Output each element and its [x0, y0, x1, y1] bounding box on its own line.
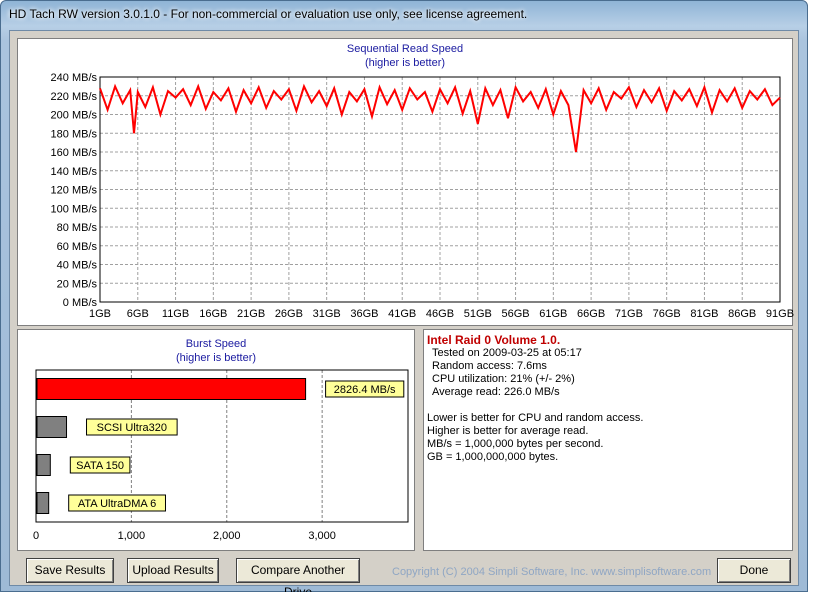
app-window: HD Tach RW version 3.0.1.0 - For non-com…	[0, 0, 808, 592]
x-tick-label: 31GB	[313, 308, 341, 320]
x-tick-label: 1GB	[89, 308, 111, 320]
x-tick-label: 16GB	[199, 308, 227, 320]
x-tick-label: 26GB	[275, 308, 303, 320]
x-tick-label: 1,000	[118, 530, 146, 542]
compare-another-drive-button[interactable]: Compare Another Drive	[236, 558, 360, 592]
done-button[interactable]: Done	[717, 558, 791, 583]
x-tick-label: 91GB	[766, 308, 794, 320]
info-note: GB = 1,000,000,000 bytes.	[427, 451, 559, 463]
x-tick-label: 21GB	[237, 308, 265, 320]
y-tick-label: 100 MB/s	[51, 203, 98, 215]
x-tick-label: 2,000	[213, 530, 241, 542]
x-tick-label: 61GB	[539, 308, 567, 320]
average-read: Average read: 226.0 MB/s	[432, 386, 560, 398]
cpu-utilization: CPU utilization: 21% (+/- 2%)	[432, 373, 575, 385]
y-tick-label: 140 MB/s	[51, 166, 98, 178]
sequential-read-panel: Sequential Read Speed (higher is better)…	[17, 38, 794, 326]
x-tick-label: 51GB	[464, 308, 492, 320]
burst-bar	[36, 492, 50, 514]
burst-bar	[36, 378, 307, 400]
y-tick-label: 60 MB/s	[57, 241, 98, 253]
x-tick-label: 6GB	[127, 308, 149, 320]
x-tick-label: 3,000	[308, 530, 336, 542]
info-note: Higher is better for average read.	[427, 425, 589, 437]
copyright-text: Copyright (C) 2004 Simpli Software, Inc.…	[392, 566, 712, 578]
y-tick-label: 120 MB/s	[51, 185, 98, 197]
y-tick-label: 40 MB/s	[57, 260, 98, 272]
x-tick-label: 71GB	[615, 308, 643, 320]
title-bar[interactable]: HD Tach RW version 3.0.1.0 - For non-com…	[1, 1, 807, 29]
x-tick-label: 11GB	[162, 308, 189, 320]
x-tick-label: 46GB	[426, 308, 454, 320]
drive-info-panel: Intel Raid 0 Volume 1.0. Tested on 2009-…	[423, 329, 793, 551]
save-results-button[interactable]: Save Results	[26, 558, 114, 583]
burst-label: 2826.4 MB/s	[334, 384, 396, 396]
drive-name: Intel Raid 0 Volume 1.0.	[427, 333, 561, 347]
info-note: MB/s = 1,000,000 bytes per second.	[427, 438, 604, 450]
x-tick-label: 86GB	[728, 308, 756, 320]
tested-date: Tested on 2009-03-25 at 05:17	[432, 347, 582, 359]
y-tick-label: 220 MB/s	[51, 91, 98, 103]
burst-speed-chart: 0 1,000 2,000 3,000 2826.4 MB/s SCSI Ultra320…	[33, 369, 409, 542]
upload-results-button[interactable]: Upload Results	[127, 558, 219, 583]
y-tick-label: 80 MB/s	[57, 222, 98, 234]
y-tick-label: 200 MB/s	[51, 110, 98, 122]
sequential-read-chart: 0 MB/s20 MB/s40 MB/s60 MB/s80 MB/s100 MB…	[51, 72, 794, 320]
window-title: HD Tach RW version 3.0.1.0 - For non-com…	[9, 7, 528, 21]
burst-label: SATA 150	[76, 460, 124, 472]
x-tick-label: 36GB	[350, 308, 378, 320]
burst-bar	[36, 454, 51, 476]
burst-label: ATA UltraDMA 6	[78, 498, 156, 510]
burst-label: SCSI Ultra320	[97, 422, 167, 434]
burst-speed-panel: Burst Speed (higher is better) 0 1,000 2,0…	[17, 329, 415, 551]
y-tick-label: 240 MB/s	[51, 72, 98, 84]
y-tick-label: 180 MB/s	[51, 128, 98, 140]
info-note: Lower is better for CPU and random acces…	[427, 412, 644, 424]
x-tick-label: 76GB	[653, 308, 681, 320]
x-tick-label: 81GB	[690, 308, 718, 320]
random-access: Random access: 7.6ms	[432, 360, 547, 372]
x-tick-label: 56GB	[501, 308, 529, 320]
y-tick-label: 20 MB/s	[57, 278, 98, 290]
x-tick-label: 66GB	[577, 308, 605, 320]
y-tick-label: 160 MB/s	[51, 147, 98, 159]
client-area: Sequential Read Speed (higher is better)…	[9, 30, 799, 592]
burst-bar	[36, 416, 68, 438]
x-tick-label: 41GB	[388, 308, 416, 320]
x-tick-label: 0	[33, 530, 39, 542]
